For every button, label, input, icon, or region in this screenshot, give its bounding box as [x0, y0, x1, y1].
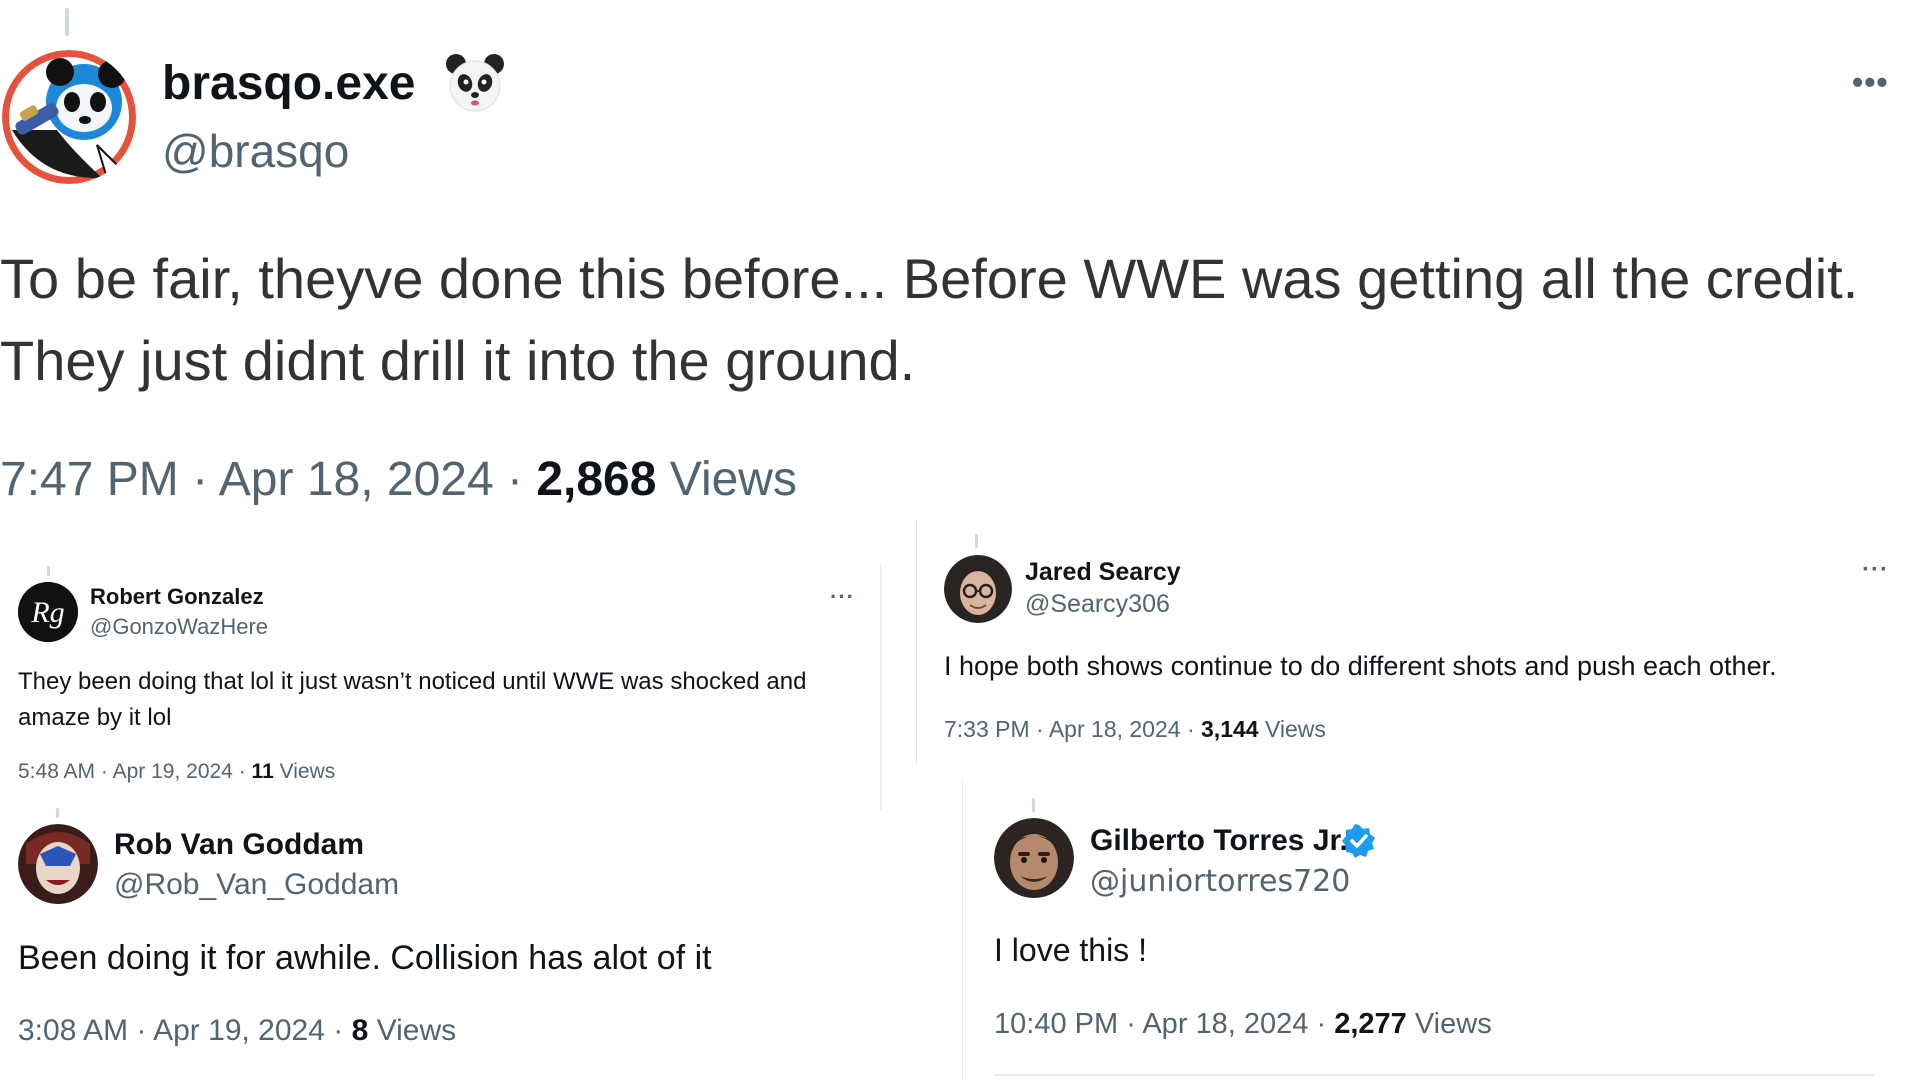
timestamp-date[interactable]: Apr 18, 2024 [1049, 716, 1181, 742]
tweet-meta: 3:08 AM · Apr 19, 2024 · 8 Views [18, 1014, 456, 1048]
views-label: Views [1264, 716, 1326, 742]
display-name[interactable]: brasqo.exe [162, 56, 415, 111]
handle[interactable]: @GonzoWazHere [90, 614, 268, 640]
panda-avatar-icon [2, 50, 136, 184]
separator-dot: · [136, 1014, 147, 1047]
views-label: Views [279, 760, 336, 783]
thread-line [47, 566, 50, 576]
handle[interactable]: @juniortorres720 [1090, 864, 1350, 899]
tweet-meta: 7:47 PM · Apr 18, 2024 · 2,868 Views [0, 452, 797, 507]
timestamp-date[interactable]: Apr 18, 2024 [219, 453, 494, 506]
tweet-text: They been doing that lol it just wasn’t … [18, 668, 807, 731]
views-count: 11 [251, 760, 274, 783]
thread-line [65, 8, 69, 36]
views-count: 8 [351, 1014, 369, 1047]
separator-dot: · [1186, 716, 1195, 742]
timestamp-date[interactable]: Apr 18, 2024 [1142, 1008, 1308, 1040]
monogram-avatar-icon: Rg [18, 582, 78, 642]
separator-dot: · [1126, 1008, 1136, 1040]
display-name[interactable]: Gilberto Torres Jr. [1090, 824, 1348, 858]
views-count: 3,144 [1201, 716, 1259, 742]
display-name[interactable]: Robert Gonzalez [90, 584, 264, 610]
divider [962, 778, 963, 1080]
separator-dot: · [1036, 716, 1044, 742]
more-options-icon[interactable]: ··· [1862, 556, 1889, 584]
divider [994, 1074, 1874, 1076]
tweet-text: I hope both shows continue to do differe… [944, 651, 1777, 681]
verified-badge-icon [1342, 824, 1376, 863]
person-avatar-icon [994, 818, 1074, 898]
handle[interactable]: @Searcy306 [1025, 590, 1170, 619]
handle[interactable]: @brasqo [162, 124, 349, 178]
tweet-meta: 5:48 AM · Apr 19, 2024 · 11 Views [18, 760, 335, 784]
avatar[interactable] [994, 818, 1074, 898]
views-count: 2,868 [536, 453, 657, 506]
more-options-icon[interactable]: ··· [830, 584, 855, 610]
avatar[interactable]: Rg [18, 582, 78, 642]
views-label: Views [1414, 1008, 1492, 1040]
tweet-text: I love this ! [994, 932, 1147, 968]
timestamp-time[interactable]: 7:33 PM [944, 716, 1030, 742]
timestamp-time[interactable]: 5:48 AM [18, 760, 95, 783]
avatar[interactable] [944, 555, 1012, 623]
separator-dot: · [238, 760, 246, 783]
thread-line [56, 808, 59, 818]
person-avatar-icon [18, 824, 98, 904]
views-label: Views [669, 453, 797, 506]
panda-emoji-icon [444, 52, 506, 119]
timestamp-time[interactable]: 10:40 PM [994, 1008, 1118, 1040]
views-label: Views [376, 1014, 457, 1047]
divider [916, 520, 917, 765]
thread-line [1032, 798, 1035, 812]
thread-line [975, 534, 978, 548]
svg-text:Rg: Rg [30, 596, 64, 629]
divider [880, 565, 881, 810]
tweet-text: To be fair, theyve done this before... B… [0, 247, 1859, 392]
timestamp-date[interactable]: Apr 19, 2024 [113, 760, 233, 783]
avatar[interactable] [18, 824, 98, 904]
more-options-icon[interactable]: ••• [1852, 64, 1889, 101]
separator-dot: · [333, 1014, 344, 1047]
tweet-meta: 7:33 PM · Apr 18, 2024 · 3,144 Views [944, 716, 1326, 743]
avatar[interactable] [2, 50, 136, 184]
person-avatar-icon [944, 555, 1012, 623]
handle[interactable]: @Rob_Van_Goddam [114, 868, 399, 902]
views-count: 2,277 [1334, 1008, 1407, 1040]
display-name[interactable]: Rob Van Goddam [114, 828, 364, 862]
separator-dot: · [1316, 1008, 1327, 1040]
tweet-text: Been doing it for awhile. Collision has … [18, 939, 712, 977]
tweet-meta: 10:40 PM · Apr 18, 2024 · 2,277 Views [994, 1008, 1492, 1041]
separator-dot: · [507, 453, 523, 506]
separator-dot: · [100, 760, 108, 783]
timestamp-time[interactable]: 3:08 AM [18, 1014, 128, 1047]
separator-dot: · [192, 453, 209, 506]
timestamp-date[interactable]: Apr 19, 2024 [153, 1014, 325, 1047]
display-name[interactable]: Jared Searcy [1025, 558, 1181, 587]
timestamp-time[interactable]: 7:47 PM [0, 453, 179, 506]
